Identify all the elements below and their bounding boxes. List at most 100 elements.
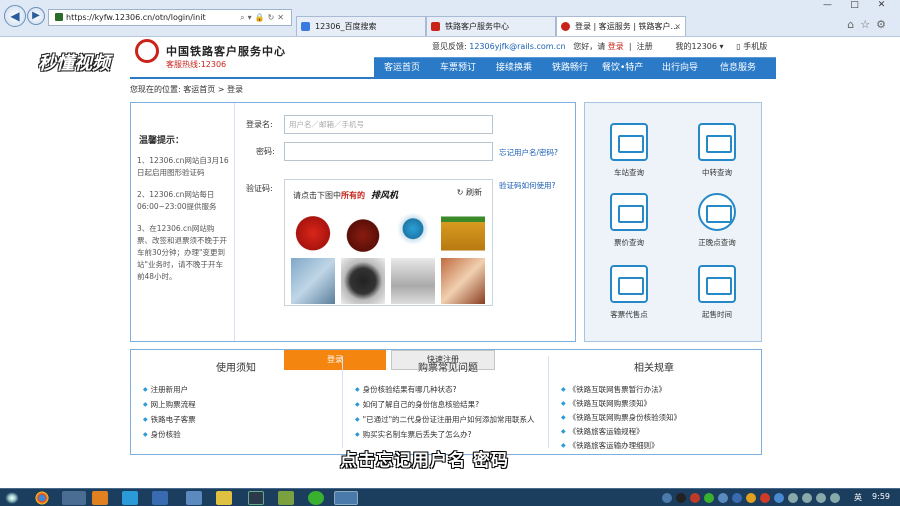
ie-icon[interactable] <box>334 491 358 505</box>
tray-icon[interactable] <box>774 493 784 503</box>
captcha-prompt-red: 所有的 <box>341 191 365 200</box>
username-input[interactable]: 用户名／邮箱／手机号 <box>284 115 493 134</box>
address-tools-icon[interactable]: ⌕▾🔒↻✕ <box>240 10 287 25</box>
close-icon[interactable]: ✕ <box>868 0 895 10</box>
media-icon[interactable] <box>122 491 138 505</box>
quick-link-agent[interactable]: 客票代售点 <box>599 265 659 320</box>
quick-link-station[interactable]: 车站查询 <box>599 123 659 178</box>
network-icon[interactable] <box>788 493 798 503</box>
list-item[interactable]: 《铁路互联网购票须知》 <box>561 398 652 409</box>
mobile-link[interactable]: 手机版 <box>743 42 767 51</box>
tab-login[interactable]: 登录 | 客运服务 | 铁路客户... × <box>556 16 686 36</box>
captcha-image-6[interactable] <box>341 258 385 304</box>
password-input[interactable] <box>284 142 493 161</box>
refresh-icon: ↻ <box>456 188 464 197</box>
captcha-prompt-text: 请点击下图中 <box>293 191 341 200</box>
list-item[interactable]: 《铁路互联网售票暂行办法》 <box>561 384 667 395</box>
list-item[interactable]: 《铁路互联网购票身份核验须知》 <box>561 412 682 423</box>
quick-link-price[interactable]: 票价查询 <box>599 193 659 248</box>
nav-item-guide[interactable]: 出行向导 <box>662 58 698 78</box>
list-item[interactable]: 购买实名制车票后丢失了怎么办? <box>355 429 472 440</box>
captcha-image-3[interactable] <box>391 208 435 254</box>
quick-link-delay[interactable]: 正晚点查询 <box>687 193 747 248</box>
folder-icon[interactable] <box>216 491 232 505</box>
list-item[interactable]: 身份核验 <box>143 429 181 440</box>
back-icon[interactable]: ◀ <box>4 5 26 27</box>
breadcrumb-prefix: 您现在的位置: <box>130 85 181 94</box>
list-item[interactable]: 网上购票流程 <box>143 399 196 410</box>
breadcrumb-arrow: > <box>217 85 225 94</box>
nav-item-booking[interactable]: 车票预订 <box>440 58 476 78</box>
maximize-icon[interactable]: □ <box>841 0 868 10</box>
folder-icon[interactable] <box>186 491 202 505</box>
app-icon[interactable] <box>92 491 108 505</box>
list-item[interactable]: 身份核验结果有哪几种状态? <box>355 384 457 395</box>
login-panel: 温馨提示： 1、12306.cn网站自3月16日起启用图形验证码 2、12306… <box>130 102 576 370</box>
nav-item-transfer[interactable]: 接续换乘 <box>496 58 532 78</box>
minimize-icon[interactable]: — <box>814 0 841 10</box>
taskbar: 英 9:59 <box>0 488 900 506</box>
taskbar-item[interactable] <box>62 491 86 505</box>
tray-icon[interactable] <box>732 493 742 503</box>
feedback-email-link[interactable]: 12306yjfk@rails.com.cn <box>469 42 565 51</box>
close-tab-icon[interactable]: × <box>674 17 681 36</box>
list-item[interactable]: 铁路电子客票 <box>143 414 196 425</box>
hotline: 客服热线:12306 <box>166 60 227 69</box>
list-item[interactable]: 《铁路旅客运输规程》 <box>561 426 644 437</box>
chevron-down-icon[interactable]: ▾ <box>720 42 724 51</box>
tray-icon[interactable] <box>746 493 756 503</box>
wechat-tray-icon[interactable] <box>704 493 714 503</box>
app-icon[interactable] <box>278 491 294 505</box>
nav-item-home[interactable]: 客运首页 <box>384 58 420 78</box>
tray-icon[interactable] <box>760 493 770 503</box>
register-link[interactable]: 注册 <box>637 42 653 51</box>
captcha-image-1[interactable] <box>291 208 335 254</box>
web-page: 中国铁路客户服务中心 客服热线:12306 秒懂视频 意见反馈: 12306yj… <box>0 37 900 488</box>
login-link[interactable]: 登录 <box>608 42 624 51</box>
app-icon[interactable] <box>248 491 264 505</box>
quick-link-sale-time[interactable]: 起售时间 <box>687 265 747 320</box>
tray-icon[interactable] <box>662 493 672 503</box>
power-icon[interactable] <box>830 493 840 503</box>
nav-item-info[interactable]: 信息服务 <box>720 58 756 78</box>
tab-service-center[interactable]: 铁路客户服务中心 <box>426 16 556 36</box>
settings-icon[interactable]: ⚙ <box>876 18 892 31</box>
list-item[interactable]: 如何了解自己的身份信息核验结果? <box>355 399 479 410</box>
quick-link-transfer[interactable]: 中转查询 <box>687 123 747 178</box>
captcha-refresh[interactable]: ↻ 刷新 <box>457 187 482 198</box>
chrome-icon[interactable] <box>34 491 50 505</box>
tray-icon[interactable] <box>718 493 728 503</box>
list-item[interactable]: 《铁路旅客运输办理细则》 <box>561 440 659 451</box>
captcha-image-5[interactable] <box>291 258 335 304</box>
captcha-help-link[interactable]: 验证码如何使用? <box>499 180 555 191</box>
list-item[interactable]: "已通过"的二代身份证注册用户如何添加常用联系人 <box>355 414 535 425</box>
nav-item-food[interactable]: 餐饮•特产 <box>602 58 643 78</box>
price-icon <box>610 193 648 231</box>
captcha-image-2[interactable] <box>341 208 385 254</box>
input-language[interactable]: 英 <box>854 492 862 503</box>
home-icon[interactable]: ⌂ <box>847 18 860 31</box>
tray-icon[interactable] <box>690 493 700 503</box>
tab-baidu[interactable]: 12306_百度搜索 <box>296 16 426 36</box>
forward-icon[interactable]: ▶ <box>27 7 45 25</box>
favorites-icon[interactable]: ☆ <box>860 18 876 31</box>
nav-item-travel[interactable]: 铁路畅行 <box>552 58 588 78</box>
wechat-icon[interactable] <box>308 491 324 505</box>
divider <box>234 103 235 341</box>
clock[interactable]: 9:59 <box>872 492 890 501</box>
volume-icon[interactable] <box>802 493 812 503</box>
list-item[interactable]: 注册新用户 <box>143 384 189 395</box>
captcha-image-8[interactable] <box>441 258 485 304</box>
breadcrumb-home[interactable]: 客运首页 <box>183 85 215 94</box>
captcha-image-4[interactable] <box>441 208 485 254</box>
captcha-image-7[interactable] <box>391 258 435 304</box>
flag-icon[interactable] <box>816 493 826 503</box>
baidu-favicon-icon <box>301 22 310 31</box>
forgot-password-link[interactable]: 忘记用户名/密码? <box>499 147 558 158</box>
captcha-target: 排风机 <box>371 191 399 201</box>
qq-icon[interactable] <box>676 493 686 503</box>
start-icon[interactable] <box>4 491 20 505</box>
my12306-link[interactable]: 我的12306 <box>676 42 717 51</box>
app-icon[interactable] <box>152 491 168 505</box>
address-bar[interactable]: https://kyfw.12306.cn/otn/login/init ⌕▾🔒… <box>48 9 292 26</box>
